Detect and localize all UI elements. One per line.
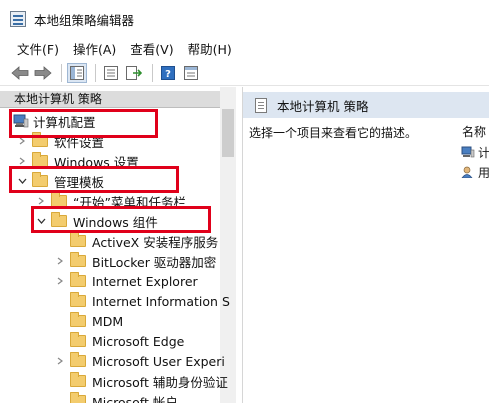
details-header: 本地计算机 策略	[243, 92, 489, 118]
highlight-box-windows-components	[31, 206, 211, 233]
list-item-label: 计	[478, 145, 489, 160]
details-header-title: 本地计算机 策略	[277, 98, 369, 114]
toolbar: ?	[0, 60, 489, 86]
column-header-name[interactable]: 名称	[462, 123, 486, 140]
tree-header[interactable]: 本地计算机 策略	[0, 91, 224, 108]
tree-item-activex[interactable]: ActiveX 安装程序服务	[54, 231, 218, 251]
tree-item-label: Internet Information S	[92, 293, 230, 309]
folder-icon	[70, 332, 86, 347]
tree-item-label: Internet Explorer	[92, 273, 198, 289]
user-icon	[461, 166, 473, 178]
tree-item-label: MDM	[92, 313, 124, 329]
list-item-label: 用	[478, 165, 489, 180]
tree-item-microsoft-user-experience[interactable]: Microsoft User Experi	[54, 351, 225, 371]
menu-view[interactable]: 查看(V)	[130, 39, 173, 58]
folder-icon	[70, 272, 86, 287]
policy-document-icon	[255, 97, 267, 113]
tree-item-mdm[interactable]: MDM	[54, 311, 123, 331]
toolbar-separator	[95, 63, 96, 82]
tree-item-internet-information-services[interactable]: Internet Information S	[54, 291, 230, 311]
window-title: 本地组策略编辑器	[34, 12, 135, 28]
tree-item-microsoft-secondary-auth[interactable]: Microsoft 辅助身份验证	[54, 371, 228, 391]
tree-scrollbar-thumb[interactable]	[222, 109, 234, 157]
tree-item-label: BitLocker 驱动器加密	[92, 254, 217, 270]
help-icon: ?	[161, 65, 175, 80]
properties-icon	[104, 65, 118, 80]
folder-icon	[70, 352, 86, 367]
show-hide-console-tree-button[interactable]	[67, 62, 87, 83]
tree-item-microsoft-account[interactable]: Microsoft 帐户	[54, 391, 178, 403]
menu-file[interactable]: 文件(F)	[17, 39, 59, 58]
list-item-computer-config[interactable]: 计	[461, 143, 489, 161]
description-text: 选择一个项目来查看它的描述。	[249, 126, 418, 140]
forward-button[interactable]	[33, 63, 53, 83]
group-policy-app-icon	[10, 11, 26, 27]
extended-view-button[interactable]	[181, 63, 201, 83]
chevron-right-icon[interactable]	[54, 271, 66, 291]
title-bar: 本地组策略编辑器	[0, 0, 489, 38]
console-tree-icon	[70, 65, 84, 80]
menu-bar: 文件(F) 操作(A) 查看(V) 帮助(H)	[0, 38, 489, 58]
tree-item-microsoft-edge[interactable]: Microsoft Edge	[54, 331, 184, 351]
menu-action[interactable]: 操作(A)	[73, 39, 116, 58]
toolbar-separator	[152, 63, 153, 82]
tree-item-bitlocker[interactable]: BitLocker 驱动器加密	[54, 251, 216, 271]
chevron-right-icon[interactable]	[54, 351, 66, 371]
tree-item-label: Microsoft 帐户	[92, 394, 178, 403]
back-arrow-icon	[11, 65, 29, 80]
extended-view-icon	[184, 65, 198, 80]
highlight-box-computer-config	[9, 109, 158, 138]
highlight-box-admin-templates	[9, 166, 179, 193]
export-list-button[interactable]	[124, 63, 144, 83]
folder-icon	[70, 252, 86, 267]
details-pane: 本地计算机 策略 选择一个项目来查看它的描述。 名称 计 用	[242, 87, 489, 403]
tree-item-label: Microsoft Edge	[92, 333, 185, 349]
properties-button[interactable]	[101, 63, 121, 83]
forward-arrow-icon	[34, 65, 52, 80]
folder-icon	[70, 292, 86, 307]
help-button[interactable]: ?	[158, 63, 178, 83]
menu-help[interactable]: 帮助(H)	[188, 39, 232, 58]
list-item-user-config[interactable]: 用	[461, 163, 489, 181]
tree-item-internet-explorer[interactable]: Internet Explorer	[54, 271, 198, 291]
folder-icon	[70, 232, 86, 247]
export-list-icon	[126, 65, 142, 80]
tree-item-label: Microsoft User Experi	[92, 353, 225, 369]
chevron-right-icon[interactable]	[54, 251, 66, 271]
folder-icon	[70, 312, 86, 327]
computer-icon	[461, 146, 475, 158]
toolbar-separator	[61, 63, 62, 82]
tree-item-label: ActiveX 安装程序服务	[92, 234, 219, 250]
tree-item-label: Microsoft 辅助身份验证	[92, 374, 228, 390]
folder-icon	[70, 392, 86, 403]
folder-icon	[70, 372, 86, 387]
svg-text:?: ?	[165, 69, 171, 80]
back-button[interactable]	[10, 63, 30, 83]
